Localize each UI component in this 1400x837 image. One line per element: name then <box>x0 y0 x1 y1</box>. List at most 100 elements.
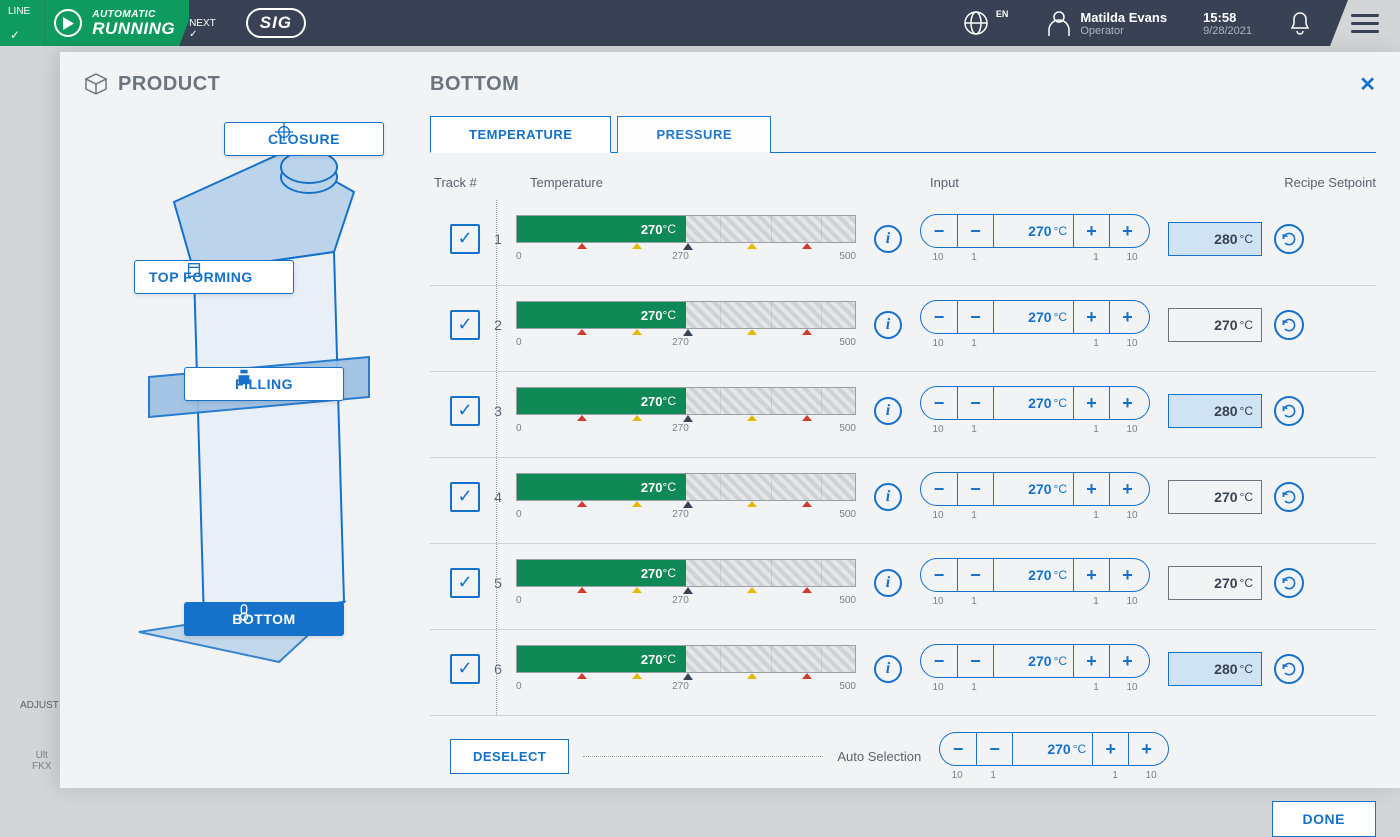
increment-1-button[interactable]: + <box>1073 559 1109 591</box>
language-code: EN <box>996 9 1009 19</box>
tab-pressure[interactable]: PRESSURE <box>617 116 771 153</box>
decrement-10-button[interactable]: − <box>921 473 957 505</box>
increment-10-button[interactable]: + <box>1109 473 1145 505</box>
track-checkbox[interactable]: ✓ <box>450 568 480 598</box>
tab-temperature[interactable]: TEMPERATURE <box>430 116 611 153</box>
increment-1-button[interactable]: + <box>1092 733 1128 765</box>
decrement-10-button[interactable]: − <box>921 645 957 677</box>
close-button[interactable]: ✕ <box>1359 72 1376 97</box>
header-input: Input <box>930 175 1180 190</box>
input-stepper[interactable]: − − 270°C + + <box>920 214 1150 248</box>
mode-label-big: RUNNING <box>92 20 175 37</box>
input-value[interactable]: 270°C <box>993 215 1073 247</box>
decrement-1-button[interactable]: − <box>976 733 1012 765</box>
auto-selection-label: Auto Selection <box>837 749 921 764</box>
reset-button[interactable] <box>1274 310 1304 340</box>
decrement-1-button[interactable]: − <box>957 473 993 505</box>
decrement-1-button[interactable]: − <box>957 645 993 677</box>
reset-button[interactable] <box>1274 568 1304 598</box>
zone-button-filling[interactable]: FILLING <box>184 367 344 401</box>
machine-status[interactable]: AUTOMATIC RUNNING <box>44 0 197 46</box>
decrement-1-button[interactable]: − <box>957 215 993 247</box>
recipe-setpoint: 270°C <box>1168 308 1262 342</box>
increment-10-button[interactable]: + <box>1109 301 1145 333</box>
info-button[interactable]: i <box>874 397 902 425</box>
reset-button[interactable] <box>1274 396 1304 426</box>
input-stepper[interactable]: − − 270°C + + <box>920 558 1150 592</box>
info-button[interactable]: i <box>874 483 902 511</box>
done-button[interactable]: DONE <box>1272 801 1376 837</box>
input-value[interactable]: 270°C <box>993 559 1073 591</box>
increment-10-button[interactable]: + <box>1109 387 1145 419</box>
carton-top-icon <box>185 261 203 279</box>
track-row: ✓ 6 270°C 0 270 500 i <box>430 630 1376 716</box>
user-icon <box>1046 9 1072 37</box>
track-number: 1 <box>480 231 516 247</box>
notifications[interactable] <box>1270 0 1330 46</box>
decrement-1-button[interactable]: − <box>957 559 993 591</box>
input-value[interactable]: 270°C <box>993 645 1073 677</box>
line-indicator[interactable]: LINE ✓ <box>0 0 44 46</box>
datetime: 15:58 9/28/2021 <box>1185 0 1270 46</box>
next-label: NEXT <box>189 18 216 29</box>
recipe-setpoint: 280°C <box>1168 652 1262 686</box>
increment-1-button[interactable]: + <box>1073 215 1109 247</box>
track-checkbox[interactable]: ✓ <box>450 310 480 340</box>
input-value[interactable]: 270°C <box>993 387 1073 419</box>
info-button[interactable]: i <box>874 225 902 253</box>
increment-10-button[interactable]: + <box>1109 645 1145 677</box>
track-row: ✓ 2 270°C 0 270 500 i <box>430 286 1376 372</box>
info-button[interactable]: i <box>874 655 902 683</box>
increment-1-button[interactable]: + <box>1073 645 1109 677</box>
reset-button[interactable] <box>1274 654 1304 684</box>
main-menu-button[interactable] <box>1330 0 1400 46</box>
increment-1-button[interactable]: + <box>1073 387 1109 419</box>
info-button[interactable]: i <box>874 569 902 597</box>
header-temperature: Temperature <box>530 175 900 190</box>
decrement-10-button[interactable]: − <box>921 387 957 419</box>
track-checkbox[interactable]: ✓ <box>450 482 480 512</box>
decrement-10-button[interactable]: − <box>921 301 957 333</box>
auto-stepper[interactable]: − − 270°C + + <box>939 732 1169 766</box>
recipe-setpoint: 270°C <box>1168 566 1262 600</box>
input-value[interactable]: 270°C <box>993 301 1073 333</box>
decrement-1-button[interactable]: − <box>957 301 993 333</box>
auto-selection-row: DESELECT Auto Selection − − 270°C + + 10… <box>430 716 1376 781</box>
reset-button[interactable] <box>1274 482 1304 512</box>
info-button[interactable]: i <box>874 311 902 339</box>
auto-value[interactable]: 270°C <box>1012 733 1092 765</box>
input-stepper[interactable]: − − 270°C + + <box>920 386 1150 420</box>
fill-icon <box>235 368 253 386</box>
track-checkbox[interactable]: ✓ <box>450 654 480 684</box>
decrement-1-button[interactable]: − <box>957 387 993 419</box>
increment-1-button[interactable]: + <box>1073 301 1109 333</box>
zone-button-closure[interactable]: CLOSURE <box>224 122 384 156</box>
user-info[interactable]: Matilda Evans Operator <box>1028 0 1185 46</box>
play-icon <box>54 9 82 37</box>
track-checkbox[interactable]: ✓ <box>450 396 480 426</box>
hamburger-icon <box>1351 9 1379 38</box>
input-stepper[interactable]: − − 270°C + + <box>920 472 1150 506</box>
zone-button-top-forming[interactable]: TOP FORMING <box>134 260 294 294</box>
next-indicator[interactable]: NEXT <box>189 0 228 46</box>
increment-1-button[interactable]: + <box>1073 473 1109 505</box>
deselect-button[interactable]: DESELECT <box>450 739 569 774</box>
increment-10-button[interactable]: + <box>1128 733 1164 765</box>
decrement-10-button[interactable]: − <box>940 733 976 765</box>
reset-button[interactable] <box>1274 224 1304 254</box>
increment-10-button[interactable]: + <box>1109 215 1145 247</box>
decrement-10-button[interactable]: − <box>921 215 957 247</box>
input-stepper[interactable]: − − 270°C + + <box>920 644 1150 678</box>
zone-button-bottom[interactable]: BOTTOM <box>184 602 344 636</box>
temperature-bar: 270°C 0 270 500 <box>516 473 856 520</box>
track-checkbox[interactable]: ✓ <box>450 224 480 254</box>
input-stepper[interactable]: − − 270°C + + <box>920 300 1150 334</box>
input-value[interactable]: 270°C <box>993 473 1073 505</box>
column-headers: Track # Temperature Input Recipe Setpoin… <box>430 175 1376 190</box>
globe-icon <box>962 9 990 37</box>
temperature-bar: 270°C 0 270 500 <box>516 387 856 434</box>
increment-10-button[interactable]: + <box>1109 559 1145 591</box>
temperature-icon <box>235 603 253 621</box>
decrement-10-button[interactable]: − <box>921 559 957 591</box>
language-selector[interactable]: EN <box>944 0 1029 46</box>
